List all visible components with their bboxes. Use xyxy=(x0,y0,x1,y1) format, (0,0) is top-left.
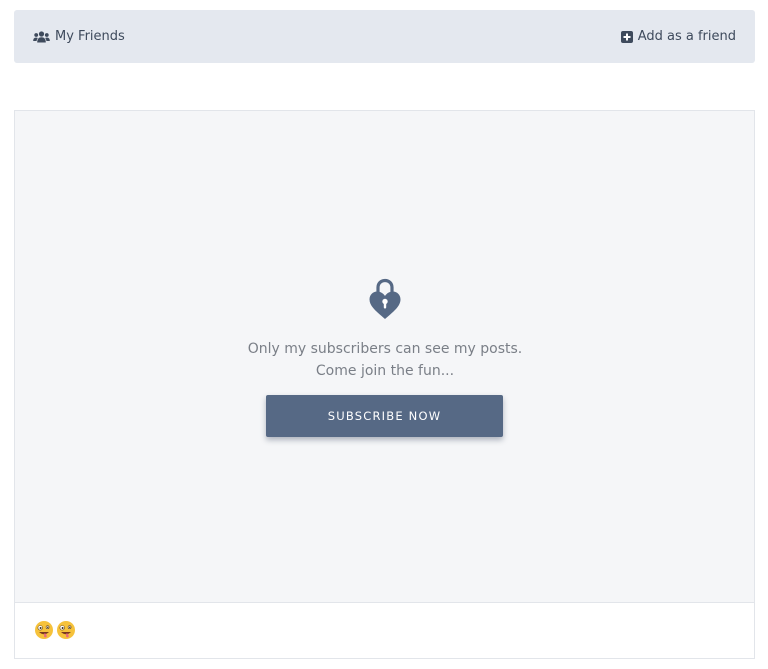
add-friend-link[interactable]: Add as a friend xyxy=(620,29,736,44)
my-friends-label: My Friends xyxy=(55,29,125,44)
my-friends-link[interactable]: My Friends xyxy=(33,29,125,44)
heart-lock-icon xyxy=(367,277,403,321)
friends-bar: My Friends Add as a friend xyxy=(14,10,755,63)
plus-square-icon xyxy=(620,30,633,43)
add-friend-label: Add as a friend xyxy=(637,29,736,44)
users-icon xyxy=(33,30,50,43)
zany-face-emoji xyxy=(56,620,76,640)
zany-face-emoji xyxy=(34,620,54,640)
locked-content-area: Only my subscribers can see my posts. Co… xyxy=(15,111,754,603)
post-card: Only my subscribers can see my posts. Co… xyxy=(14,110,755,659)
locked-message: Only my subscribers can see my posts. Co… xyxy=(247,341,523,379)
subscribe-button[interactable]: SUBSCRIBE NOW xyxy=(266,395,503,437)
post-caption xyxy=(34,618,76,642)
